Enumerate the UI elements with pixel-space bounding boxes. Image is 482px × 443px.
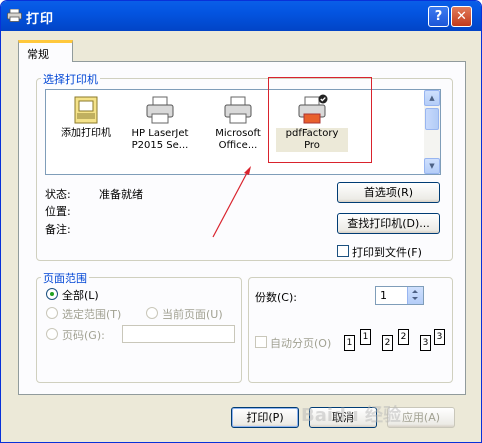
page-range-current-radio[interactable] xyxy=(146,307,158,319)
find-printer-button[interactable]: 查找打印机(D)... xyxy=(337,213,440,234)
print-dialog: 打印 ? ✕ 常规 选择打印机 添加打印机 HP LaserJet P2015 … xyxy=(0,0,482,443)
collate-checkbox[interactable] xyxy=(255,336,267,348)
page-range-all-label[interactable]: 全部(L) xyxy=(62,287,99,303)
page-range-legend: 页面范围 xyxy=(41,270,89,286)
copies-label: 份数(C): xyxy=(255,291,297,304)
print-button[interactable]: 打印(P) xyxy=(231,407,299,428)
print-to-file-checkbox[interactable] xyxy=(337,245,349,257)
page-range-selection-radio[interactable] xyxy=(46,307,58,319)
status-value: 准备就绪 xyxy=(99,188,143,201)
collate-illustration: 1 1 2 2 3 3 xyxy=(344,327,445,353)
page-range-current-label[interactable]: 当前页面(U) xyxy=(162,306,223,322)
page-range-pages-radio[interactable] xyxy=(46,328,58,340)
preferences-button[interactable]: 首选项(R) xyxy=(337,182,440,203)
page-range-pages-label[interactable]: 页码(G): xyxy=(62,327,105,343)
print-to-file-label[interactable]: 打印到文件(F) xyxy=(352,244,422,260)
collate-page: 1 xyxy=(344,335,355,351)
collate-page: 2 xyxy=(382,335,393,351)
collate-label[interactable]: 自动分页(O) xyxy=(270,335,331,351)
page-range-all-radio[interactable] xyxy=(46,288,58,300)
tab-general[interactable]: 常规 xyxy=(18,40,73,62)
copies-spinner[interactable] xyxy=(407,287,423,304)
collate-page: 3 xyxy=(420,335,431,351)
page-range-input[interactable] xyxy=(122,325,235,343)
spin-arrows-icon xyxy=(412,290,418,300)
comment-label: 备注: xyxy=(45,223,71,236)
collate-page: 3 xyxy=(434,329,445,345)
collate-page: 2 xyxy=(398,329,409,345)
collate-page: 1 xyxy=(360,329,371,345)
location-label: 位置: xyxy=(45,205,71,218)
baidu-watermark: Baidu 经验 xyxy=(301,405,402,426)
page-range-selection-label[interactable]: 选定范围(T) xyxy=(62,306,121,322)
status-label: 状态: xyxy=(45,188,71,201)
